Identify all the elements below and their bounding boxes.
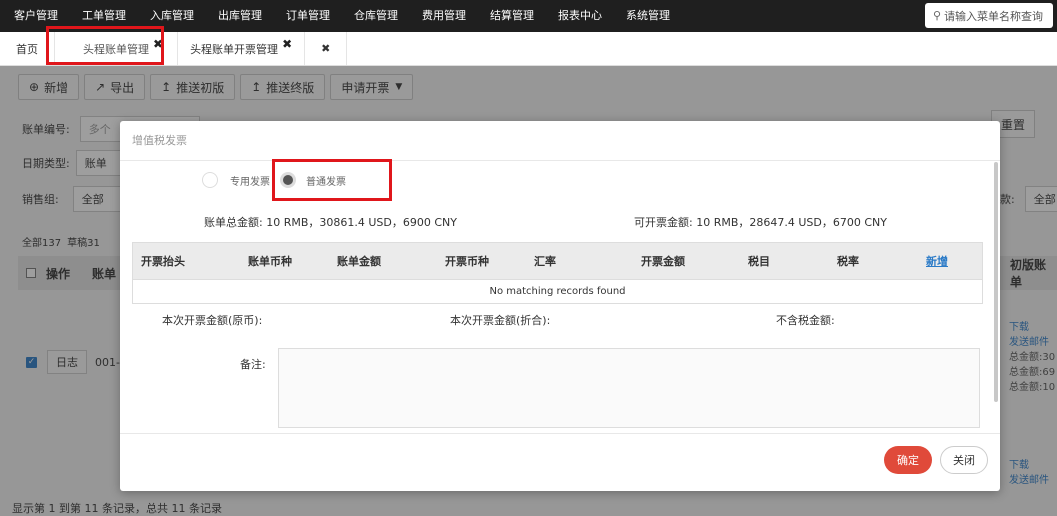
modal-body: 专用发票 普通发票 账单总金额: 10 RMB，30861.4 USD，6900… xyxy=(120,162,990,434)
modal-footer: 确定 关闭 xyxy=(120,433,1000,491)
close-icon: ✖ xyxy=(321,42,331,55)
nav-item-settlement[interactable]: 结算管理 xyxy=(478,0,546,32)
sum-converted-label: 本次开票金额(折合): xyxy=(450,314,551,327)
menu-search-input[interactable]: ⚲ 请输入菜单名称查询 xyxy=(925,3,1053,28)
col-tax-rate: 税率 xyxy=(837,255,859,268)
col-bill-amount: 账单金额 xyxy=(337,255,381,268)
invoiceable-amount: 可开票金额: 10 RMB，28647.4 USD，6700 CNY xyxy=(634,216,887,229)
radio-special-invoice[interactable] xyxy=(202,172,218,188)
modal-title: 增值税发票 xyxy=(120,121,1000,161)
remark-label: 备注: xyxy=(240,358,266,371)
close-button[interactable]: 关闭 xyxy=(940,446,988,474)
close-icon[interactable]: ✖ xyxy=(282,37,292,51)
tab-home-label: 首页 xyxy=(16,42,38,56)
modal-scrollbar[interactable] xyxy=(994,162,998,402)
invoice-table-header: 开票抬头 账单币种 账单金额 开票币种 汇率 开票金额 税目 税率 新增 xyxy=(133,243,982,279)
tab-first-leg-invoice[interactable]: 头程账单开票管理 ✖ xyxy=(178,32,306,65)
confirm-button[interactable]: 确定 xyxy=(884,446,932,474)
highlight-box-radio xyxy=(272,159,392,201)
sum-original-label: 本次开票金额(原币): xyxy=(162,314,263,327)
highlight-box-tab xyxy=(46,26,164,65)
col-exchange-rate: 汇率 xyxy=(534,255,556,268)
col-bill-currency: 账单币种 xyxy=(248,255,292,268)
vat-invoice-modal: 增值税发票 专用发票 普通发票 账单总金额: 10 RMB，30861.4 US… xyxy=(120,121,1000,491)
nav-item-fee[interactable]: 费用管理 xyxy=(410,0,478,32)
close-all-tabs-button[interactable]: ✖ xyxy=(305,32,348,65)
nav-item-warehouse[interactable]: 仓库管理 xyxy=(342,0,410,32)
nav-item-system[interactable]: 系统管理 xyxy=(614,0,682,32)
sum-notax-label: 不含税金额: xyxy=(776,314,835,327)
col-invoice-amount: 开票金额 xyxy=(641,255,685,268)
col-invoice-title: 开票抬头 xyxy=(141,255,185,268)
nav-item-order[interactable]: 订单管理 xyxy=(274,0,342,32)
col-invoice-currency: 开票币种 xyxy=(445,255,489,268)
col-tax-item: 税目 xyxy=(748,255,770,268)
search-icon: ⚲ xyxy=(933,9,942,22)
radio-special-label: 专用发票 xyxy=(230,176,270,188)
add-row-link[interactable]: 新增 xyxy=(918,253,948,269)
remark-textarea[interactable] xyxy=(278,348,980,428)
tab-first-leg-invoice-label: 头程账单开票管理 xyxy=(190,42,279,56)
bill-total-amount: 账单总金额: 10 RMB，30861.4 USD，6900 CNY xyxy=(204,216,457,229)
empty-table-message: No matching records found xyxy=(133,279,982,303)
menu-search-placeholder: 请输入菜单名称查询 xyxy=(944,9,1044,23)
nav-item-outbound[interactable]: 出库管理 xyxy=(206,0,274,32)
invoice-table: 开票抬头 账单币种 账单金额 开票币种 汇率 开票金额 税目 税率 新增 No … xyxy=(132,242,983,304)
nav-item-reports[interactable]: 报表中心 xyxy=(546,0,614,32)
